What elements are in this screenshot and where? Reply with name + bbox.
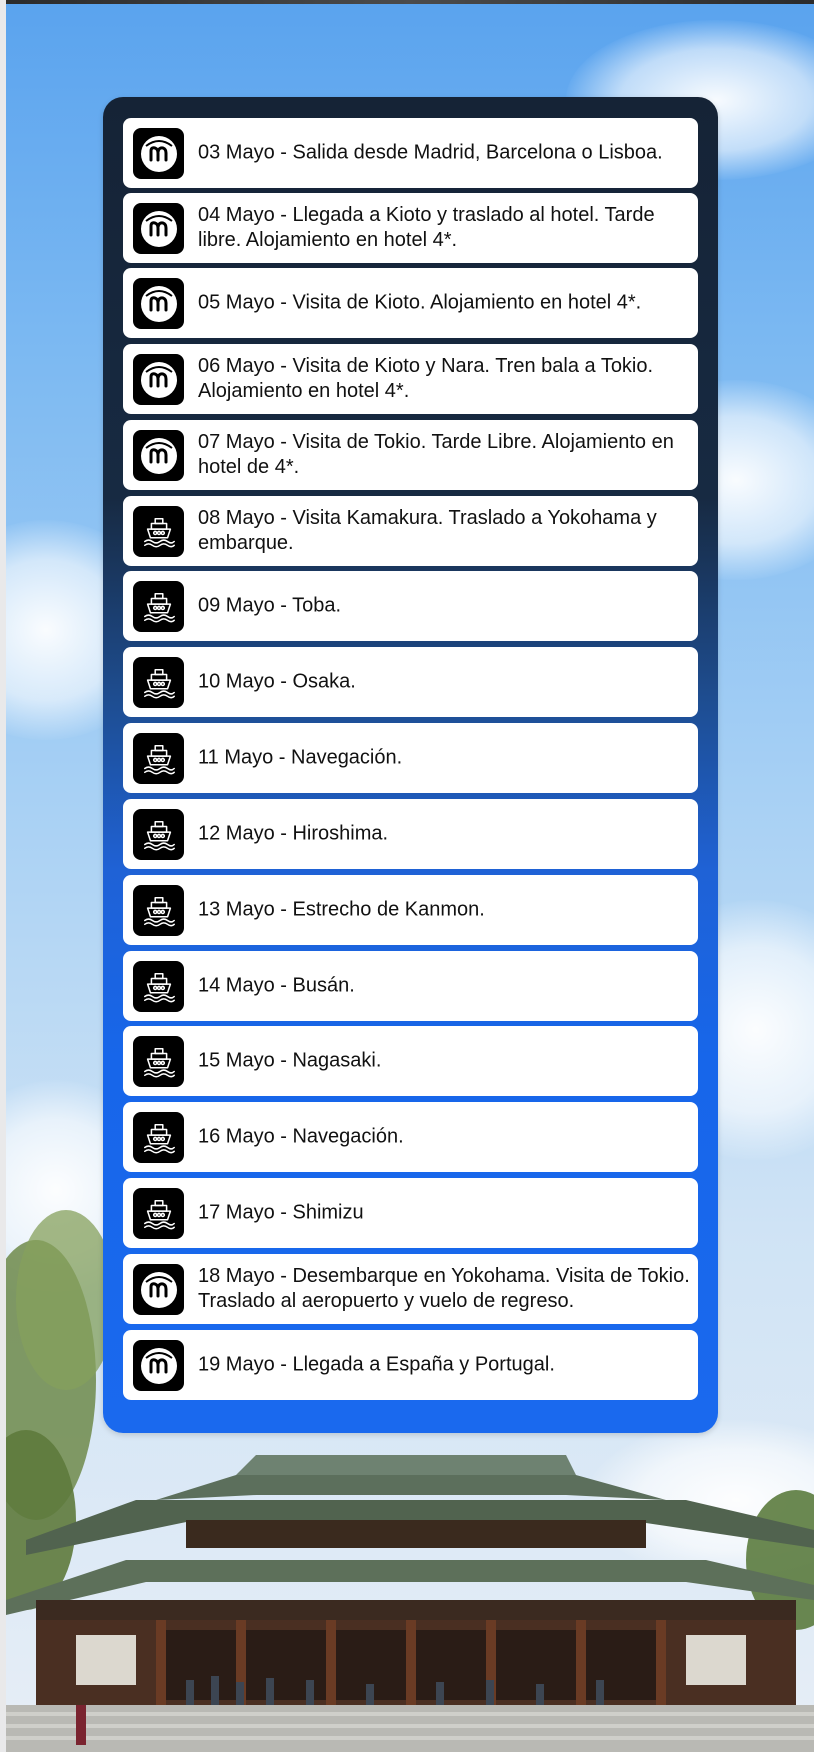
cruise-ship-icon	[133, 581, 184, 632]
itinerary-item: 12 Mayo - Hiroshima.	[123, 799, 698, 869]
itinerary-item-text: 16 Mayo - Navegación.	[198, 1125, 404, 1148]
cruise-ship-icon	[133, 733, 184, 784]
cruise-ship-icon	[133, 1036, 184, 1087]
itinerary-item: 06 Mayo - Visita de Kioto y Nara. Tren b…	[123, 344, 698, 414]
itinerary-item: 18 Mayo - Desembarque en Yokohama. Visit…	[123, 1254, 698, 1324]
itinerary-item-text: 17 Mayo - Shimizu	[198, 1201, 364, 1224]
cruise-ship-icon	[133, 506, 184, 557]
itinerary-item: 03 Mayo - Salida desde Madrid, Barcelona…	[123, 118, 698, 188]
itinerary-item-text: 08 Mayo - Visita Kamakura. Traslado a Yo…	[198, 507, 657, 554]
brand-logo-icon	[133, 1264, 184, 1315]
brand-logo-icon	[133, 128, 184, 179]
itinerary-panel: 03 Mayo - Salida desde Madrid, Barcelona…	[103, 97, 718, 1433]
page-background: 03 Mayo - Salida desde Madrid, Barcelona…	[6, 0, 814, 1752]
brand-logo-icon	[133, 203, 184, 254]
itinerary-item: 09 Mayo - Toba.	[123, 571, 698, 641]
itinerary-item: 04 Mayo - Llegada a Kioto y traslado al …	[123, 193, 698, 263]
itinerary-item: 19 Mayo - Llegada a España y Portugal.	[123, 1330, 698, 1400]
itinerary-item-text: 05 Mayo - Visita de Kioto. Alojamiento e…	[198, 291, 642, 314]
itinerary-item: 17 Mayo - Shimizu	[123, 1178, 698, 1248]
cruise-ship-icon	[133, 657, 184, 708]
cruise-ship-icon	[133, 1112, 184, 1163]
cruise-ship-icon	[133, 809, 184, 860]
brand-logo-icon	[133, 430, 184, 481]
cruise-ship-icon	[133, 885, 184, 936]
itinerary-item: 11 Mayo - Navegación.	[123, 723, 698, 793]
cruise-ship-icon	[133, 1188, 184, 1239]
itinerary-item-text: 04 Mayo - Llegada a Kioto y traslado al …	[198, 204, 655, 251]
itinerary-item-text: 09 Mayo - Toba.	[198, 594, 342, 617]
itinerary-item: 10 Mayo - Osaka.	[123, 647, 698, 717]
itinerary-item: 16 Mayo - Navegación.	[123, 1102, 698, 1172]
cruise-ship-icon	[133, 961, 184, 1012]
brand-logo-icon	[133, 1340, 184, 1391]
itinerary-item-text: 13 Mayo - Estrecho de Kanmon.	[198, 898, 485, 921]
itinerary-item-text: 12 Mayo - Hiroshima.	[198, 822, 389, 845]
itinerary-item: 14 Mayo - Busán.	[123, 951, 698, 1021]
itinerary-item-text: 18 Mayo - Desembarque en Yokohama. Visit…	[198, 1265, 690, 1312]
itinerary-item: 07 Mayo - Visita de Tokio. Tarde Libre. …	[123, 420, 698, 490]
itinerary-item-text: 07 Mayo - Visita de Tokio. Tarde Libre. …	[198, 431, 674, 478]
itinerary-item-text: 14 Mayo - Busán.	[198, 974, 355, 997]
itinerary-item-text: 03 Mayo - Salida desde Madrid, Barcelona…	[198, 141, 663, 164]
itinerary-item-text: 19 Mayo - Llegada a España y Portugal.	[198, 1353, 555, 1376]
brand-logo-icon	[133, 278, 184, 329]
itinerary-item: 13 Mayo - Estrecho de Kanmon.	[123, 875, 698, 945]
itinerary-item-text: 11 Mayo - Navegación.	[198, 746, 403, 769]
itinerary-item-text: 06 Mayo - Visita de Kioto y Nara. Tren b…	[198, 355, 654, 402]
brand-logo-icon	[133, 354, 184, 405]
itinerary-item: 05 Mayo - Visita de Kioto. Alojamiento e…	[123, 268, 698, 338]
itinerary-item: 08 Mayo - Visita Kamakura. Traslado a Yo…	[123, 496, 698, 566]
itinerary-item-text: 10 Mayo - Osaka.	[198, 670, 356, 693]
itinerary-item: 15 Mayo - Nagasaki.	[123, 1026, 698, 1096]
itinerary-item-text: 15 Mayo - Nagasaki.	[198, 1049, 382, 1072]
